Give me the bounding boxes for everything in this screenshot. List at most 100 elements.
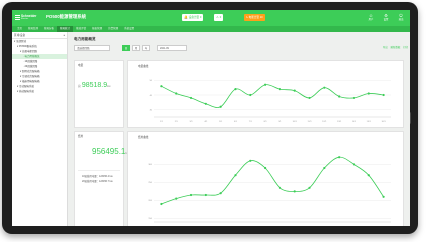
main-content: 电力用能概览 请选择回路 日月年 2021-09 导出 刷新数据 打印 电量 总98… <box>68 32 410 226</box>
x-tick-label: 15/1 <box>367 121 372 123</box>
alarm-pill[interactable]: 🔔 设备告警 0 <box>182 14 204 21</box>
top-user-button[interactable]: ☺ 用户 <box>365 13 377 21</box>
x-tick-label: 1/1 <box>160 121 164 123</box>
data-point <box>338 95 341 98</box>
sidebar-tree: 区域/设备 ≡ ▾ 全部区域 ▾ PO500配电系统 ▾ 总配电柜回路 · 电力用能概… <box>12 32 68 226</box>
sidebar-item-label: PO500配电系统 <box>18 45 37 48</box>
x-tick-label: 4/1 <box>204 121 208 123</box>
data-point <box>382 195 385 198</box>
x-tick-label: 8/1 <box>264 121 268 123</box>
y-tick-label: 40 <box>150 95 153 97</box>
top-icon-label: 用户 <box>368 18 374 21</box>
top-bar: Schneider Electric PO500能源管理系统 🔔 设备告警 0 ⚠ 0… <box>12 10 410 26</box>
x-tick-label: 10/1 <box>293 121 298 123</box>
data-point <box>367 92 370 95</box>
data-point <box>175 197 178 200</box>
x-tick-label: 7/1 <box>249 121 253 123</box>
data-point <box>175 92 178 95</box>
x-tick-label: 14/1 <box>352 121 357 123</box>
sidebar-header: 区域/设备 ≡ <box>12 32 67 39</box>
sidebar-item-label: 空调动力配电箱 <box>21 75 40 78</box>
energy-prefix: 总 <box>78 84 81 88</box>
data-point <box>338 156 341 159</box>
data-point <box>204 193 207 197</box>
bolt-icon: ϟ <box>246 15 248 19</box>
app-screen: Schneider Electric PO500能源管理系统 🔔 设备告警 0 ⚠ 0… <box>12 10 410 226</box>
data-point <box>219 192 222 195</box>
y-tick-label: 250 <box>148 182 152 184</box>
data-point <box>219 105 222 108</box>
data-point <box>278 88 282 91</box>
sidebar-item-label: 2#进线回路 <box>24 65 38 68</box>
y-tick-label: 30 <box>150 109 153 111</box>
sidebar-items: ▾ 全部区域 ▾ PO500配电系统 ▾ 总配电柜回路 · 电力用能概览 · 1#进线回… <box>12 39 67 94</box>
data-point <box>382 93 385 97</box>
cost-value: 956495.1 <box>92 147 126 156</box>
collapse-icon[interactable]: ≡ <box>63 34 65 37</box>
cost-card-title: 费用 <box>78 135 84 138</box>
sidebar-tree-item[interactable]: ▾ 热站配电系统 <box>12 89 67 94</box>
y-tick-label: 50 <box>150 80 153 82</box>
energy-total: 总98518.9kw <box>78 82 111 89</box>
data-point <box>293 89 296 92</box>
energy-line-chart: 电量曲线 30 40 50 1/1 2/1 3/1 4/1 5/1 6/1 7/1 8/1 9/1 10/… <box>138 64 391 123</box>
sidebar-item-label: 电力用能概览 <box>24 55 40 58</box>
action-link[interactable]: 打印 <box>403 45 408 51</box>
alarm-pill[interactable]: ⚠ 0 <box>214 14 224 21</box>
sidebar-item-label: 插座用电配电箱 <box>21 80 40 83</box>
data-point <box>249 93 252 97</box>
x-tick-label: 16/1 <box>381 121 386 123</box>
tablet-frame: Schneider Electric PO500能源管理系统 🔔 设备告警 0 ⚠ 0… <box>2 2 418 234</box>
data-point <box>263 83 267 86</box>
x-tick-label: 5/1 <box>219 121 223 123</box>
period-button[interactable]: 月 <box>132 45 140 51</box>
x-tick-label: 2/1 <box>175 121 179 123</box>
data-point <box>160 85 163 88</box>
sidebar-item-label: 1#进线回路 <box>24 60 38 63</box>
app-title: PO500能源管理系统 <box>46 14 87 19</box>
period-button[interactable]: 日 <box>122 45 130 51</box>
data-point <box>367 174 370 177</box>
action-link[interactable]: 刷新数据 <box>391 45 401 51</box>
page-title: 电力用能概览 <box>74 37 96 41</box>
data-point <box>160 202 163 206</box>
warning-icon: ⚠ <box>216 15 219 19</box>
x-tick-label: 6/1 <box>234 121 238 123</box>
data-point <box>189 96 193 100</box>
alarm-pill[interactable]: ϟ 电能告警 10 <box>244 14 265 21</box>
period-button[interactable]: 年 <box>142 45 150 51</box>
x-tick-label: 3/1 <box>190 121 194 123</box>
y-tick-label: 200 <box>148 200 152 202</box>
logo-mark-icon <box>15 15 20 20</box>
action-link[interactable]: 导出 <box>383 45 388 51</box>
data-point <box>204 102 207 105</box>
cost-chart-card: 费用曲线1502002503001/12/13/14/15/16/17/18/1… <box>127 131 404 226</box>
data-point <box>352 163 356 166</box>
data-point <box>308 186 311 189</box>
sidebar-search-label[interactable]: 区域/设备 <box>14 33 25 37</box>
sidebar-item-label: 全部区域 <box>15 40 26 43</box>
top-exit-button[interactable]: ⏻ 退出 <box>395 13 407 21</box>
energy-chart-card: 电量曲线 30 40 50 1/1 2/1 3/1 4/1 5/1 6/1 7/1 8/1 9/1 10/… <box>127 60 404 128</box>
sidebar-item-label: 热站配电系统 <box>18 90 34 93</box>
data-point <box>234 174 237 177</box>
series-line <box>161 84 384 108</box>
x-tick-label: 9/1 <box>278 121 282 123</box>
data-point <box>352 96 356 100</box>
energy-stat-card: 电量 总98518.9kw <box>74 60 124 128</box>
cost-line-chart: 费用曲线1502002503001/12/13/14/15/16/17/18/1… <box>138 135 391 223</box>
chart-title: 电量曲线 <box>138 64 149 68</box>
data-point <box>249 159 252 162</box>
card-divider <box>78 170 120 171</box>
x-tick-label: 12/1 <box>322 121 327 123</box>
sidebar-item-label: 冷站配电系统 <box>18 85 34 88</box>
circuit-select[interactable]: 请选择回路 <box>74 45 110 51</box>
data-point <box>189 193 193 197</box>
date-picker[interactable]: 2021-09 <box>157 45 187 51</box>
sidebar-item-label: 总配电柜回路 <box>21 50 37 53</box>
top-settings-button[interactable]: ⚙ 设置 <box>380 13 392 21</box>
top-icon-label: 退出 <box>398 18 404 21</box>
data-point <box>308 96 311 100</box>
data-point <box>323 86 326 89</box>
detail-line-1: 1#进线用电量：123456.4 kw <box>82 175 113 178</box>
